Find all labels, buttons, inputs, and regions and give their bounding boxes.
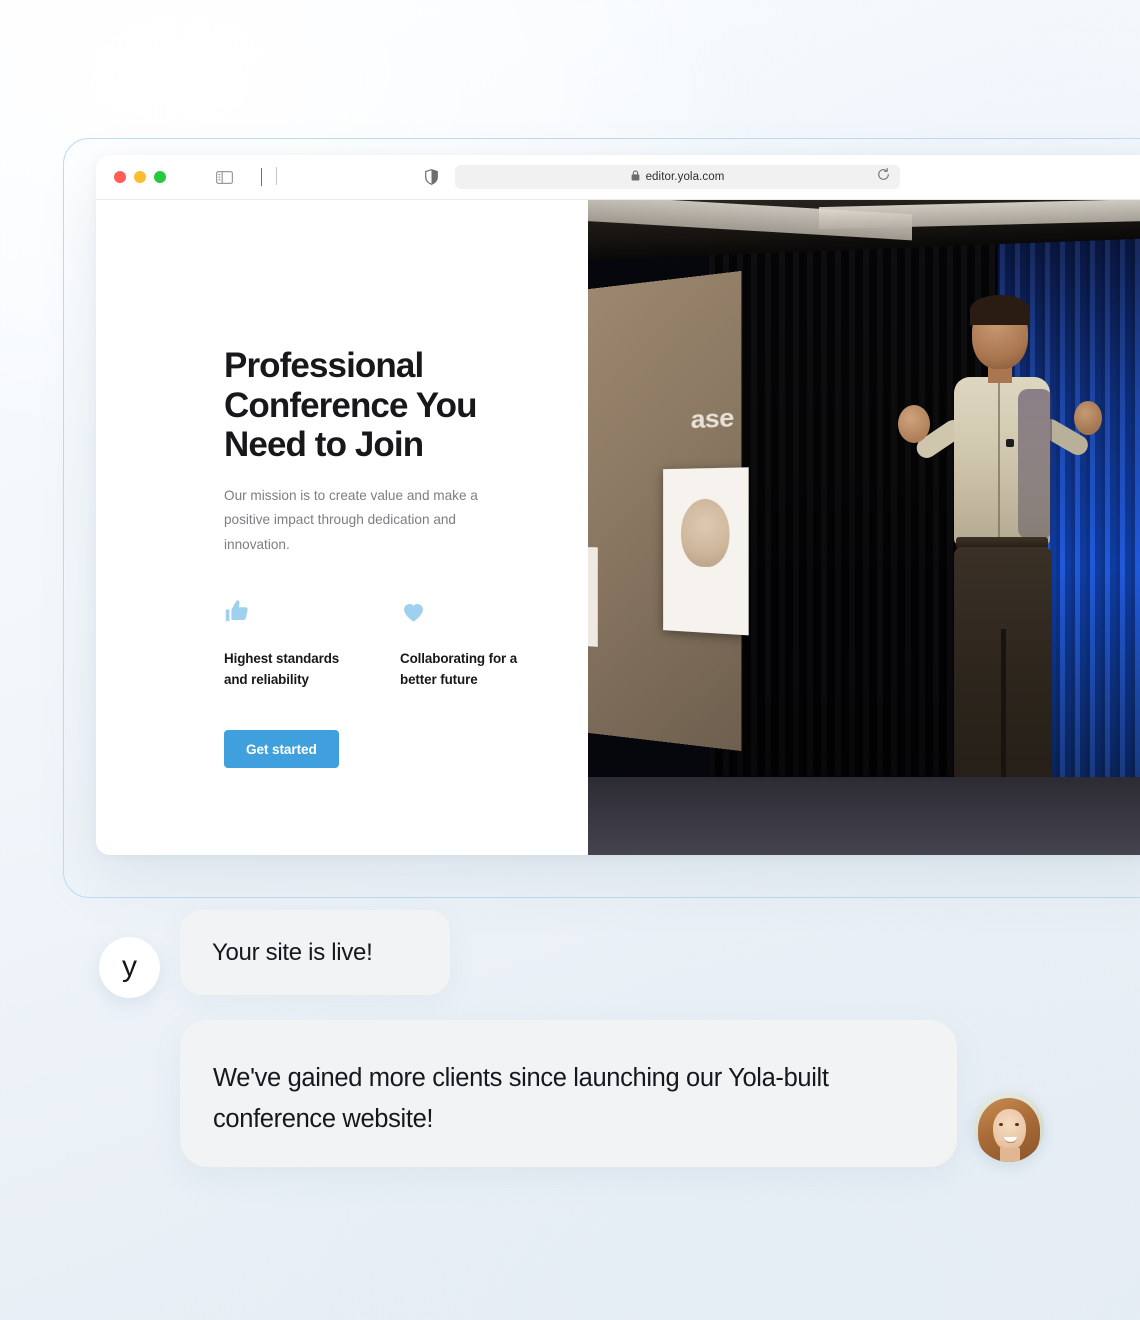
address-bar[interactable]: editor.yola.com bbox=[455, 165, 900, 189]
brand-initial: y bbox=[122, 952, 137, 982]
feature-label: Highest standards and reliability bbox=[224, 648, 364, 691]
sidebar-toggle-icon[interactable] bbox=[216, 171, 233, 184]
speaker-shirt-shadow bbox=[1018, 389, 1052, 539]
reload-icon[interactable] bbox=[877, 168, 890, 186]
speaker-figure bbox=[906, 299, 1106, 819]
lock-icon bbox=[631, 168, 640, 186]
maximize-window-button[interactable] bbox=[154, 171, 166, 183]
heart-icon bbox=[400, 598, 540, 626]
projection-screen-text: ase bbox=[691, 403, 734, 435]
slide-face-sketch bbox=[681, 499, 730, 568]
projection-slide-card bbox=[588, 546, 598, 647]
hero-text-panel: Professional Conference You Need to Join… bbox=[96, 200, 588, 855]
speaker-left-hand bbox=[898, 405, 930, 443]
url-text: editor.yola.com bbox=[646, 171, 725, 183]
avatar-face bbox=[993, 1109, 1026, 1151]
page-title: Professional Conference You Need to Join bbox=[224, 346, 524, 465]
page-subtitle: Our mission is to create value and make … bbox=[224, 484, 509, 557]
speaker-shirt-placket bbox=[998, 383, 1000, 537]
chat-message-text: We've gained more clients since launchin… bbox=[213, 1064, 829, 1133]
thumbs-up-icon bbox=[224, 598, 364, 626]
speaker-right-hand bbox=[1074, 401, 1102, 435]
avatar-eye bbox=[1015, 1123, 1019, 1126]
chat-message-bubble: Your site is live! bbox=[180, 910, 450, 995]
chat-message-bubble: We've gained more clients since launchin… bbox=[180, 1020, 957, 1167]
feature-item: Collaborating for a better future bbox=[400, 598, 540, 691]
avatar-neck bbox=[1000, 1148, 1020, 1162]
minimize-window-button[interactable] bbox=[134, 171, 146, 183]
testimonial-avatar bbox=[974, 1092, 1044, 1162]
yola-brand-avatar: y bbox=[99, 937, 160, 998]
navigation-arrows bbox=[261, 168, 277, 186]
close-window-button[interactable] bbox=[114, 171, 126, 183]
avatar-eye bbox=[999, 1123, 1003, 1126]
browser-window: editor.yola.com Professional Conference … bbox=[96, 155, 1140, 855]
stage-floor bbox=[588, 777, 1140, 855]
privacy-shield-icon[interactable] bbox=[425, 169, 438, 185]
back-chevron-icon[interactable] bbox=[261, 168, 262, 186]
window-traffic-lights bbox=[114, 171, 166, 183]
browser-toolbar: editor.yola.com bbox=[96, 155, 1140, 200]
get-started-button[interactable]: Get started bbox=[224, 730, 339, 768]
projection-slide-portrait bbox=[663, 467, 749, 635]
website-preview: Professional Conference You Need to Join… bbox=[96, 200, 1140, 855]
feature-list: Highest standards and reliability Collab… bbox=[224, 598, 588, 691]
hero-stage-photo: ase bbox=[588, 200, 1140, 855]
feature-label: Collaborating for a better future bbox=[400, 648, 540, 691]
speaker-leg-split bbox=[1001, 629, 1006, 799]
speaker-hair bbox=[970, 295, 1030, 325]
projection-screen: ase bbox=[588, 271, 741, 751]
chat-message-text: Your site is live! bbox=[212, 939, 372, 967]
lapel-mic-icon bbox=[1006, 439, 1014, 447]
forward-chevron-icon[interactable] bbox=[276, 168, 277, 186]
feature-item: Highest standards and reliability bbox=[224, 598, 364, 691]
